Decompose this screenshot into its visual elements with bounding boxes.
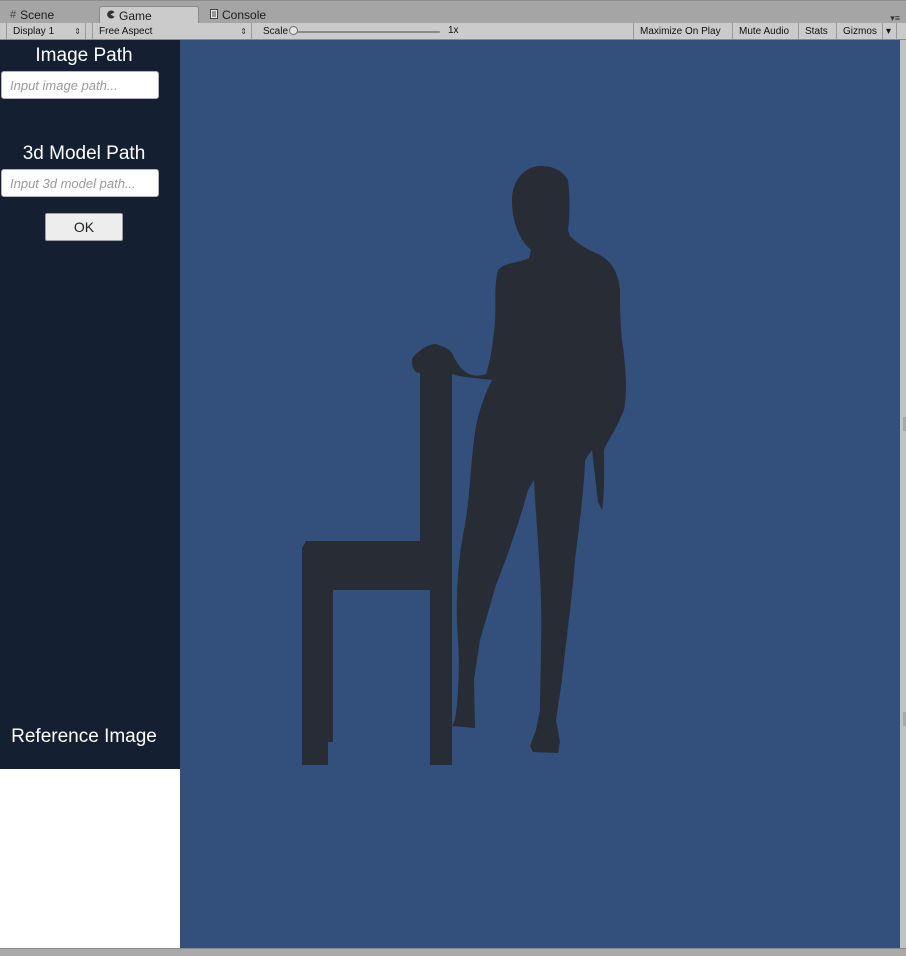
scale-label: Scale xyxy=(263,25,289,37)
display-dropdown[interactable]: Display 1 ⇕ xyxy=(6,23,86,39)
aspect-dropdown-label: Free Aspect xyxy=(99,25,153,37)
window-edge xyxy=(900,40,906,948)
tab-scene-label: Scene xyxy=(20,8,55,22)
game-view[interactable]: Image Path 3d Model Path OK Reference Im… xyxy=(0,40,900,948)
maximize-on-play-toggle[interactable]: Maximize On Play xyxy=(633,23,733,39)
scale-value: 1x xyxy=(448,25,459,36)
grid-icon: # xyxy=(10,9,17,21)
console-icon xyxy=(210,8,218,22)
reference-image xyxy=(0,769,180,948)
game-view-toolbar: Display 1 ⇕ Free Aspect ⇕ Scale 1x Maxim… xyxy=(0,23,906,40)
tab-game-label: Game xyxy=(119,8,152,23)
stats-toggle[interactable]: Stats xyxy=(799,23,837,39)
mute-audio-label: Mute Audio xyxy=(739,25,790,37)
image-path-input[interactable] xyxy=(1,71,159,99)
chair-silhouette xyxy=(302,368,452,765)
model-path-label: 3d Model Path xyxy=(22,143,146,164)
scale-slider-handle[interactable] xyxy=(289,26,298,35)
editor-tab-strip: # Scene Game Console ▾≡ xyxy=(0,0,906,24)
gizmos-dropdown-arrow-icon[interactable]: ▾ xyxy=(883,23,897,39)
tab-console[interactable]: Console xyxy=(204,6,304,24)
tab-console-label: Console xyxy=(222,8,267,22)
image-path-label: Image Path xyxy=(35,45,133,66)
input-panel: Image Path 3d Model Path OK Reference Im… xyxy=(0,40,180,769)
gizmos-label: Gizmos xyxy=(843,25,877,37)
scale-slider-track[interactable] xyxy=(292,31,440,33)
mute-audio-toggle[interactable]: Mute Audio xyxy=(733,23,799,39)
tab-scene[interactable]: # Scene xyxy=(4,6,96,24)
scale-control: Scale 1x xyxy=(257,23,459,39)
gizmos-toggle[interactable]: Gizmos xyxy=(837,23,883,39)
updown-arrows-icon: ⇕ xyxy=(74,26,81,36)
updown-arrows-icon: ⇕ xyxy=(240,26,247,36)
display-dropdown-label: Display 1 xyxy=(13,25,55,37)
model-path-input[interactable] xyxy=(1,169,159,197)
reference-image-label: Reference Image xyxy=(11,726,157,747)
ok-button[interactable]: OK xyxy=(45,213,123,241)
aspect-dropdown[interactable]: Free Aspect ⇕ xyxy=(92,23,252,39)
maximize-on-play-label: Maximize On Play xyxy=(640,25,721,37)
status-bar xyxy=(0,948,906,956)
stats-label: Stats xyxy=(805,25,828,37)
tab-game[interactable]: Game xyxy=(99,6,199,24)
pacman-icon xyxy=(106,9,115,22)
